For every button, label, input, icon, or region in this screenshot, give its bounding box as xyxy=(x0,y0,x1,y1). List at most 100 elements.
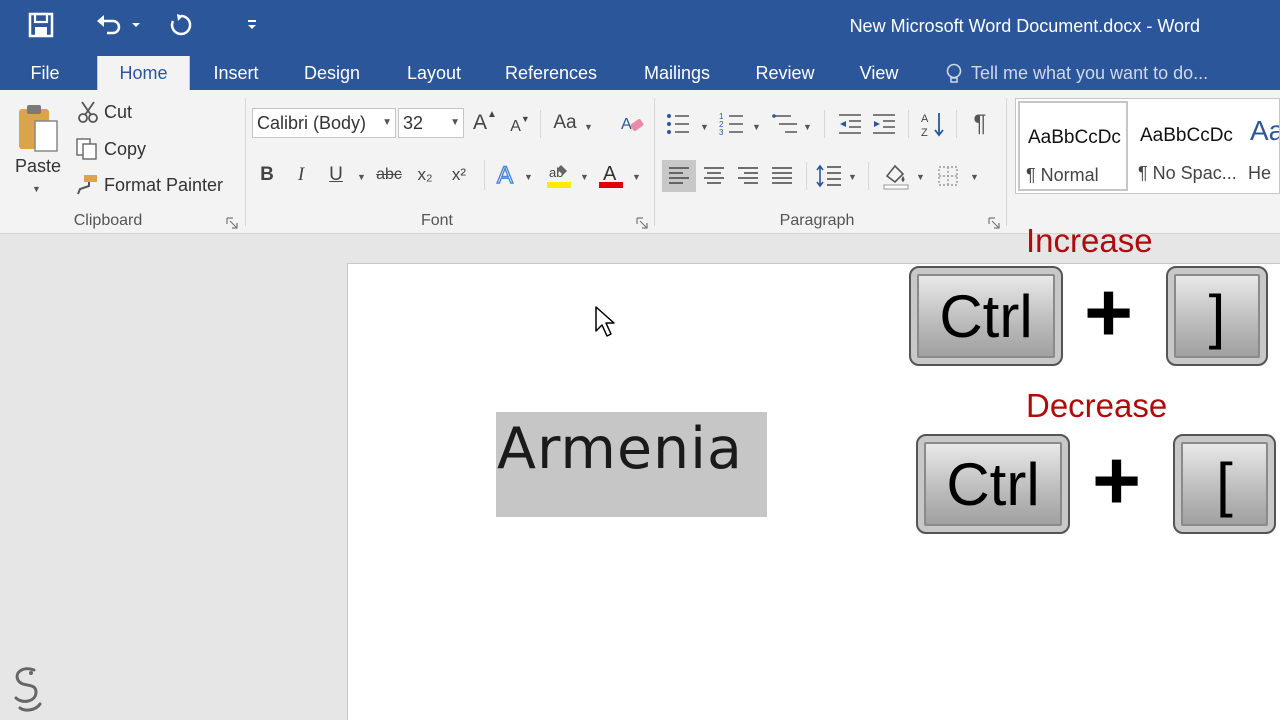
clipboard-launcher-icon[interactable] xyxy=(226,216,238,229)
multilevel-dropdown-icon[interactable]: ▼ xyxy=(803,122,812,132)
paste-icon[interactable] xyxy=(14,100,62,156)
style-sample: Aa xyxy=(1250,115,1279,146)
font-size-value: 32 xyxy=(403,113,424,133)
divider xyxy=(868,162,869,190)
font-name-value: Calibri (Body) xyxy=(257,113,367,133)
shading-icon[interactable] xyxy=(880,160,912,192)
clipboard-group-label: Clipboard xyxy=(73,212,143,229)
subscript-button[interactable]: x₂ xyxy=(412,160,438,190)
document-text[interactable]: Armenia xyxy=(497,416,743,482)
font-color-dropdown-icon[interactable]: ▼ xyxy=(632,172,641,182)
text-effects-icon[interactable]: A xyxy=(494,160,522,190)
styles-gallery: AaBbCcDc ¶ Normal AaBbCcDc ¶ No Spac... … xyxy=(1015,98,1280,194)
divider xyxy=(484,160,485,190)
align-center-icon[interactable] xyxy=(700,160,728,192)
divider xyxy=(540,110,541,138)
key-label: ] xyxy=(1208,282,1226,350)
caret-down-icon: ▼ xyxy=(520,114,530,124)
tab-layout[interactable]: Layout xyxy=(396,56,472,90)
style-normal[interactable]: AaBbCcDc ¶ Normal xyxy=(1018,101,1128,191)
change-case-button[interactable]: Aa xyxy=(550,108,580,138)
pilcrow-icon[interactable]: ¶ xyxy=(966,110,994,138)
divider xyxy=(824,110,825,138)
style-heading[interactable]: Aa He xyxy=(1242,101,1279,191)
scissors-icon[interactable] xyxy=(76,100,100,124)
chevron-down-icon: ▼ xyxy=(382,117,392,128)
justify-icon[interactable] xyxy=(768,160,796,192)
numbering-icon[interactable]: 123 xyxy=(718,110,746,138)
align-right-icon[interactable] xyxy=(734,160,762,192)
paste-button[interactable]: Paste xyxy=(15,156,61,177)
group-divider xyxy=(245,98,246,226)
decrease-indent-icon[interactable] xyxy=(836,110,864,138)
font-name-combo[interactable]: Calibri (Body) ▼ xyxy=(252,108,396,138)
italic-button[interactable]: I xyxy=(290,160,312,190)
sort-icon[interactable]: AZ xyxy=(918,110,948,138)
style-no-spacing[interactable]: AaBbCcDc ¶ No Spac... xyxy=(1132,101,1242,191)
copy-button[interactable]: Copy xyxy=(104,139,146,160)
font-group-label: Font xyxy=(420,212,453,229)
font-color-icon[interactable]: A xyxy=(596,160,626,190)
plus-sign: + xyxy=(1084,265,1134,359)
increase-label: Increase xyxy=(1026,222,1153,259)
bullets-dropdown-icon[interactable]: ▼ xyxy=(700,122,709,132)
ribbon-tabs: File Home Insert Design Layout Reference… xyxy=(0,56,1280,90)
text-effects-dropdown-icon[interactable]: ▼ xyxy=(524,172,533,182)
tab-design[interactable]: Design xyxy=(294,56,370,90)
change-case-label: Aa xyxy=(553,112,577,133)
borders-dropdown-icon[interactable]: ▼ xyxy=(970,172,979,182)
paragraph-group-label: Paragraph xyxy=(779,212,855,229)
increase-indent-icon[interactable] xyxy=(870,110,898,138)
highlight-icon[interactable]: ab xyxy=(544,160,574,190)
key-label: Ctrl xyxy=(939,282,1033,350)
bold-button[interactable]: B xyxy=(256,160,278,190)
document-title: New Microsoft Word Document.docx - Word xyxy=(849,16,1200,36)
left-bracket-key: [ xyxy=(1173,434,1276,534)
underline-button[interactable]: U xyxy=(324,160,348,190)
strikethrough-label: abc xyxy=(376,166,402,183)
shading-dropdown-icon[interactable]: ▼ xyxy=(916,172,925,182)
paste-dropdown-icon[interactable]: ▼ xyxy=(32,184,41,194)
paragraph-launcher-icon[interactable] xyxy=(988,216,1000,229)
tab-file[interactable]: File xyxy=(18,56,72,90)
line-spacing-icon[interactable] xyxy=(814,160,844,192)
tab-references[interactable]: References xyxy=(497,56,605,90)
change-case-dropdown-icon[interactable]: ▼ xyxy=(584,122,593,132)
grow-font-button[interactable]: A ▲ xyxy=(472,108,498,138)
numbering-dropdown-icon[interactable]: ▼ xyxy=(752,122,761,132)
tab-home[interactable]: Home xyxy=(97,56,190,90)
italic-label: I xyxy=(297,164,305,185)
divider xyxy=(956,110,957,138)
dragon-logo-icon xyxy=(6,664,46,714)
divider xyxy=(806,162,807,190)
copy-icon[interactable] xyxy=(74,136,100,162)
tab-mailings[interactable]: Mailings xyxy=(632,56,722,90)
multilevel-list-icon[interactable] xyxy=(770,110,800,138)
key-label: Ctrl xyxy=(946,450,1040,518)
tell-me-placeholder: Tell me what you want to do... xyxy=(971,63,1209,83)
bullets-icon[interactable] xyxy=(664,110,692,138)
tab-view[interactable]: View xyxy=(850,56,908,90)
clear-formatting-icon[interactable]: A xyxy=(618,110,646,138)
format-painter-button[interactable]: Format Painter xyxy=(104,175,223,196)
borders-icon[interactable] xyxy=(934,160,962,192)
tab-insert[interactable]: Insert xyxy=(203,56,269,90)
style-sample: AaBbCcDc xyxy=(1140,125,1233,146)
shrink-font-button[interactable]: A ▼ xyxy=(508,112,532,142)
tell-me-search[interactable]: Tell me what you want to do... xyxy=(943,56,1208,90)
format-painter-icon[interactable] xyxy=(74,172,100,196)
align-left-icon[interactable] xyxy=(662,160,696,192)
group-divider xyxy=(1006,98,1007,226)
tab-review[interactable]: Review xyxy=(746,56,824,90)
highlight-dropdown-icon[interactable]: ▼ xyxy=(580,172,589,182)
font-launcher-icon[interactable] xyxy=(636,216,648,229)
cut-button[interactable]: Cut xyxy=(104,102,132,123)
font-size-combo[interactable]: 32 ▼ xyxy=(398,108,464,138)
svg-text:A: A xyxy=(921,113,929,125)
right-bracket-key: ] xyxy=(1166,266,1268,366)
line-spacing-dropdown-icon[interactable]: ▼ xyxy=(848,172,857,182)
underline-dropdown-icon[interactable]: ▼ xyxy=(357,172,366,182)
svg-text:A: A xyxy=(621,116,632,133)
superscript-button[interactable]: x² xyxy=(446,160,472,190)
strikethrough-button[interactable]: abc xyxy=(372,160,406,190)
